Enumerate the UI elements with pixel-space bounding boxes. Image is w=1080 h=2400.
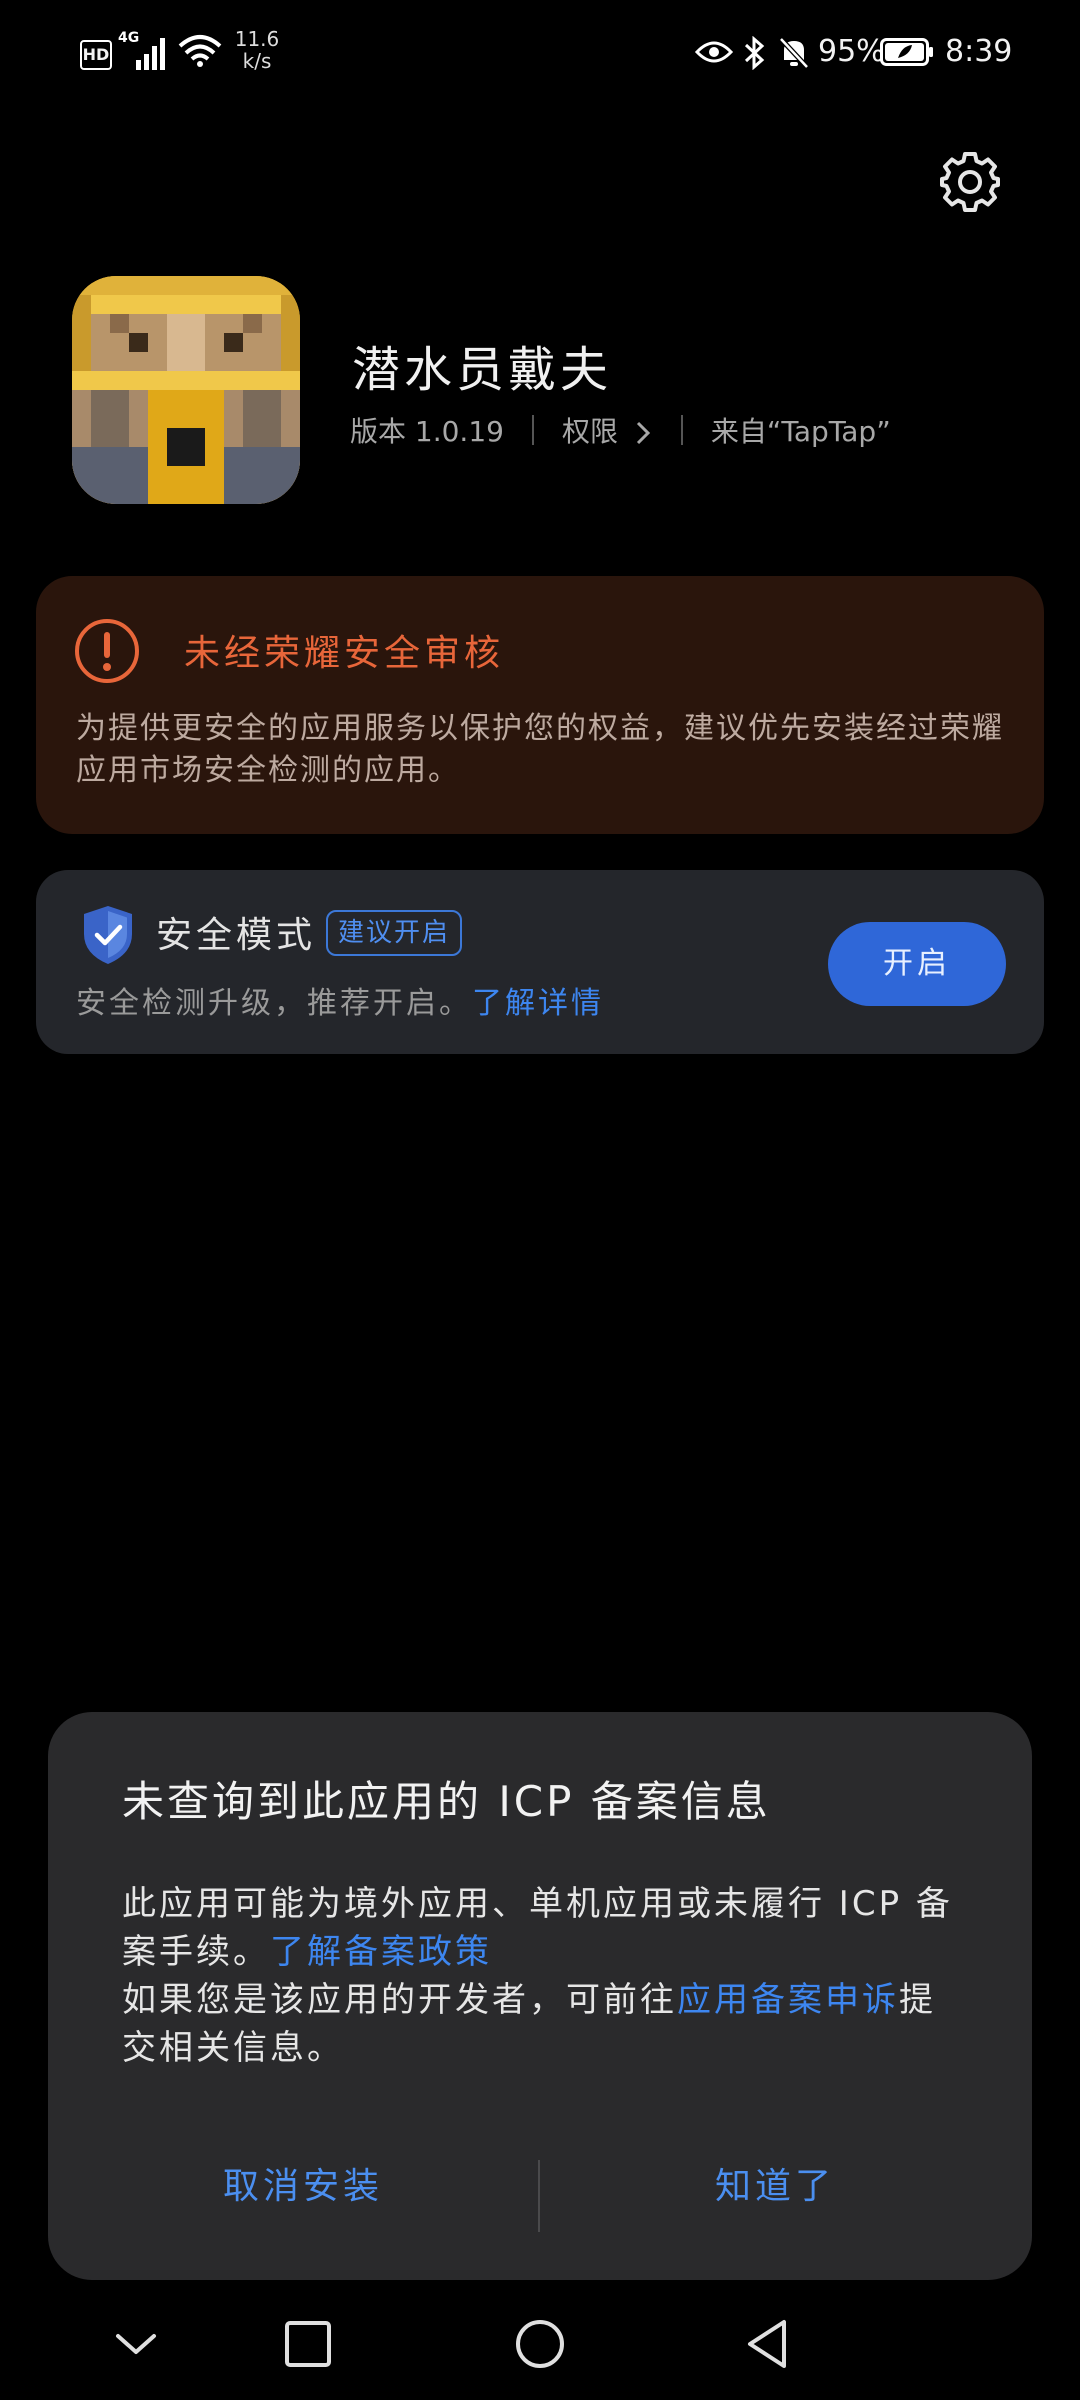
signal-icon bbox=[136, 38, 165, 70]
got-it-button[interactable]: 知道了 bbox=[560, 2152, 990, 2222]
icp-appeal-link[interactable]: 应用备案申诉 bbox=[677, 1980, 899, 2020]
app-source: 来自“TapTap” bbox=[710, 415, 891, 448]
battery-percent: 95% bbox=[818, 34, 885, 69]
hd-badge: HD bbox=[80, 40, 112, 70]
safe-mode-description: 安全检测升级，推荐开启。了解详情 bbox=[76, 986, 604, 1021]
icp-info-dialog: 未查询到此应用的 ICP 备案信息 此应用可能为境外应用、单机应用或未履行 IC… bbox=[48, 1712, 1032, 2280]
recommend-badge: 建议开启 bbox=[326, 910, 463, 956]
safe-mode-card: 安全模式 建议开启 安全检测升级，推荐开启。了解详情 开启 bbox=[36, 870, 1044, 1054]
wifi-icon bbox=[178, 35, 222, 67]
warning-body: 为提供更安全的应用服务以保护您的权益，建议优先安装经过荣耀应用市场安全检测的应用… bbox=[76, 711, 1004, 788]
icp-policy-link[interactable]: 了解备案政策 bbox=[270, 1932, 492, 1972]
safe-mode-title: 安全模式 bbox=[156, 915, 317, 956]
shield-check-icon bbox=[84, 906, 132, 964]
dialog-text: 如果您是该应用的开发者，可前往 bbox=[122, 1980, 677, 2020]
diver-dave-pixel-art-icon bbox=[72, 276, 300, 504]
warning-title: 未经荣耀安全审核 bbox=[184, 633, 505, 674]
app-icon bbox=[72, 276, 300, 504]
dialog-title: 未查询到此应用的 ICP 备案信息 bbox=[122, 1777, 771, 1826]
learn-more-link[interactable]: 了解详情 bbox=[472, 986, 604, 1021]
navigation-bar bbox=[0, 2290, 1080, 2400]
chevron-down-icon[interactable] bbox=[104, 2312, 168, 2376]
app-name: 潜水员戴夫 bbox=[352, 342, 613, 398]
status-bar: HD 4G 11.6 k/s 95% 8:39 bbox=[0, 0, 1080, 110]
divider bbox=[680, 415, 683, 445]
enable-safe-mode-button[interactable]: 开启 bbox=[828, 922, 1006, 1006]
security-warning-card: 未经荣耀安全审核 为提供更安全的应用服务以保护您的权益，建议优先安装经过荣耀应用… bbox=[36, 576, 1044, 834]
clock: 8:39 bbox=[945, 34, 1013, 69]
dialog-text: 此应用可能为境外应用、单机应用或未履行 ICP 备案手续。 bbox=[122, 1884, 953, 1972]
recent-apps-icon[interactable] bbox=[276, 2312, 340, 2376]
network-speed: 11.6 k/s bbox=[234, 27, 280, 73]
permissions-link[interactable]: 权限 bbox=[562, 410, 653, 450]
cancel-install-button[interactable]: 取消安装 bbox=[88, 2152, 518, 2222]
back-icon[interactable] bbox=[738, 2312, 802, 2376]
battery-icon bbox=[880, 38, 933, 66]
button-divider bbox=[538, 2160, 540, 2232]
dialog-body: 此应用可能为境外应用、单机应用或未履行 ICP 备案手续。了解备案政策 如果您是… bbox=[122, 1880, 972, 2072]
eye-comfort-icon bbox=[695, 41, 733, 63]
app-meta: 版本 1.0.19 权限 来自“TapTap” bbox=[350, 410, 891, 450]
settings-gear-icon[interactable] bbox=[938, 150, 1002, 214]
home-icon[interactable] bbox=[508, 2312, 572, 2376]
warning-exclamation-icon bbox=[75, 619, 139, 683]
bluetooth-icon bbox=[744, 36, 765, 70]
chevron-right-icon bbox=[636, 421, 651, 445]
divider bbox=[531, 415, 534, 445]
app-version: 版本 1.0.19 bbox=[350, 415, 504, 448]
mute-bell-icon bbox=[779, 37, 809, 69]
